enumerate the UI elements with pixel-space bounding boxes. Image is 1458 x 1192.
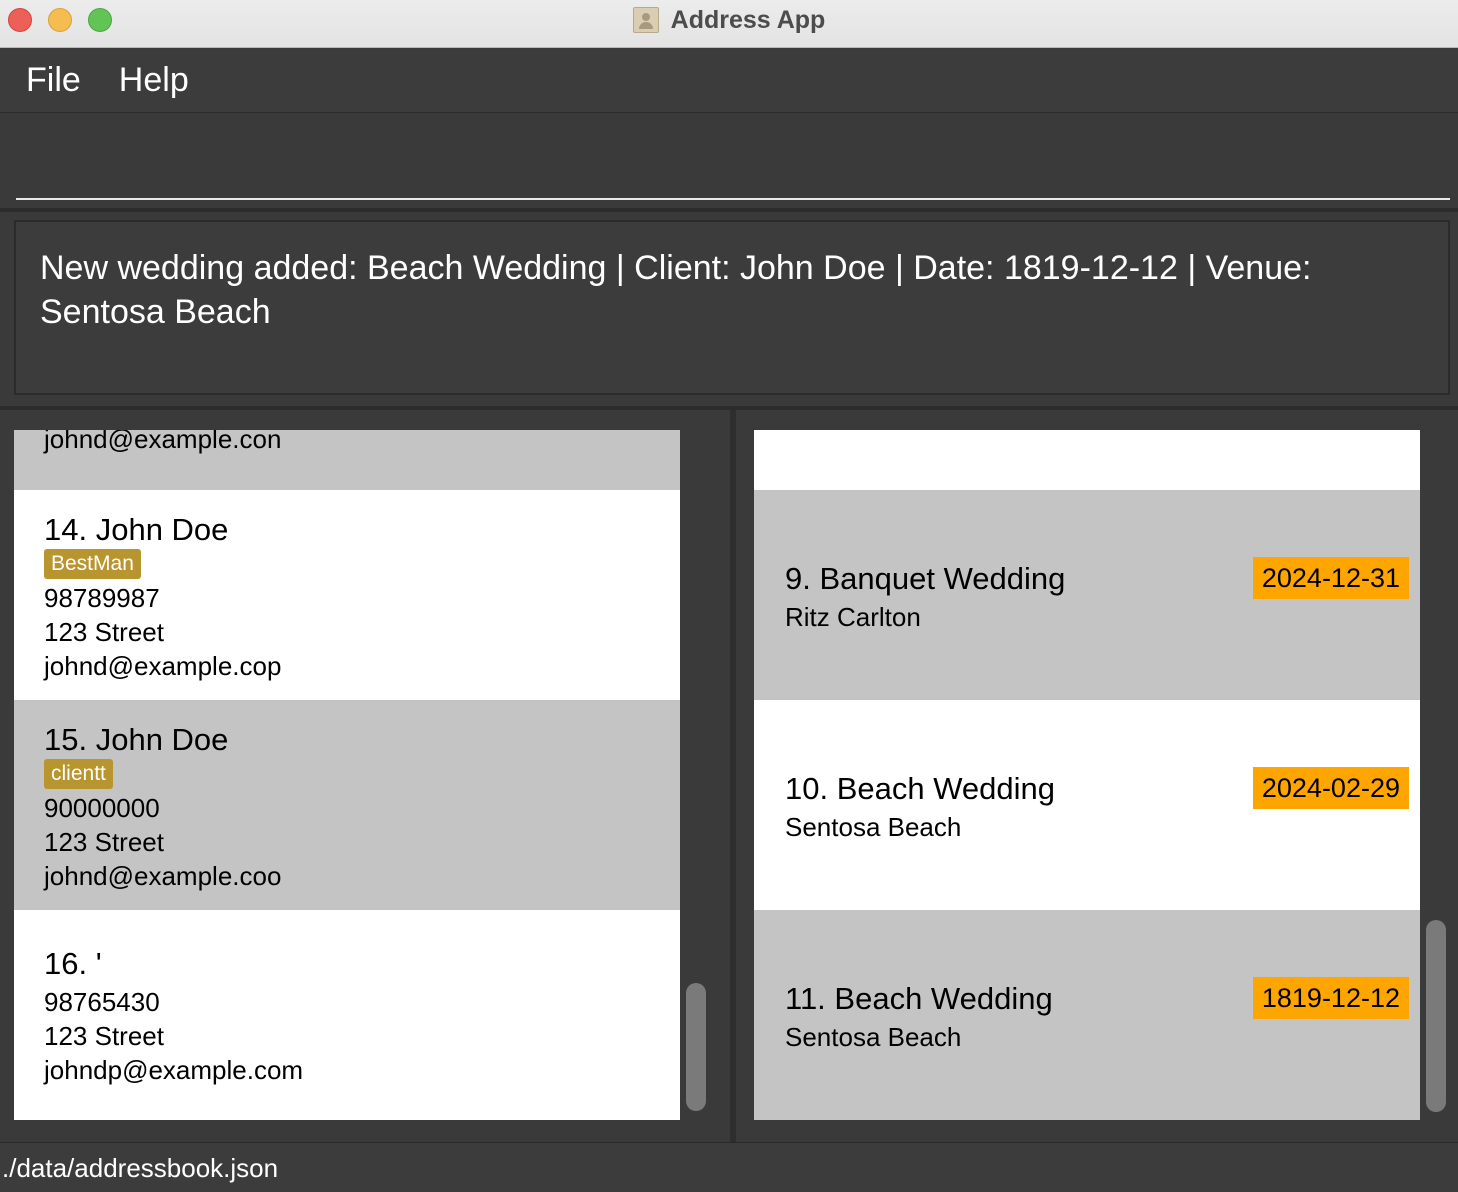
- divider: [0, 208, 1458, 212]
- person-address: 123 Street: [44, 1021, 164, 1051]
- person-name: 14. John Doe: [44, 512, 229, 547]
- person-card[interactable]: 14. John Doe BestMan 98789987 123 Street…: [14, 490, 680, 700]
- menu-file[interactable]: File: [26, 61, 81, 100]
- window-title: Address App: [670, 5, 826, 34]
- wedding-name: 9. Banquet Wedding: [785, 561, 1066, 596]
- wedding-card[interactable]: 9. Banquet Wedding Ritz Carlton 2024-12-…: [754, 490, 1420, 700]
- person-address: 123 Street: [44, 617, 164, 647]
- wedding-list[interactable]: 9. Banquet Wedding Ritz Carlton 2024-12-…: [754, 430, 1420, 1120]
- person-phone: 98765430: [44, 987, 160, 1017]
- wedding-card[interactable]: 11. Beach Wedding Sentosa Beach 1819-12-…: [754, 910, 1420, 1120]
- person-name: 16. ': [44, 946, 102, 981]
- wedding-list-scrollbar[interactable]: [1426, 920, 1446, 1112]
- person-card[interactable]: 16. ' 98765430 123 Street johndp@example…: [14, 910, 680, 1120]
- person-email: johnd@example.coo: [44, 861, 282, 891]
- person-card[interactable]: johnd@example.con: [14, 430, 680, 490]
- wedding-date: 2024-12-31: [1252, 557, 1409, 599]
- window-title-group: Address App: [0, 0, 1458, 40]
- command-box: [0, 114, 1458, 208]
- menu-bar: File Help: [0, 49, 1458, 113]
- person-phone: 90000000: [44, 793, 160, 823]
- person-name: 15. John Doe: [44, 722, 229, 757]
- data-file-path: ./data/addressbook.json: [2, 1153, 279, 1183]
- wedding-date: 2024-02-29: [1252, 767, 1409, 809]
- wedding-name: 10. Beach Wedding: [785, 771, 1056, 806]
- person-email: johnd@example.cop: [44, 651, 282, 681]
- result-display: New wedding added: Beach Wedding | Clien…: [14, 220, 1450, 395]
- person-email: johndp@example.com: [44, 1055, 304, 1085]
- person-tag: clientt: [44, 759, 113, 789]
- person-list[interactable]: johnd@example.con 14. John Doe BestMan 9…: [14, 430, 680, 1120]
- command-input[interactable]: [16, 122, 1450, 200]
- status-bar: ./data/addressbook.json: [0, 1142, 1458, 1192]
- wedding-card[interactable]: [754, 430, 1420, 490]
- person-email: johnd@example.con: [44, 430, 282, 454]
- person-tag: BestMan: [44, 549, 141, 579]
- person-phone: 98789987: [44, 583, 160, 613]
- wedding-venue: Sentosa Beach: [785, 812, 962, 842]
- person-list-panel: johnd@example.con 14. John Doe BestMan 9…: [0, 410, 730, 1142]
- address-book-icon: [632, 7, 659, 33]
- menu-help[interactable]: Help: [119, 61, 189, 100]
- wedding-date: 1819-12-12: [1252, 977, 1409, 1019]
- title-bar: Address App: [0, 0, 1458, 48]
- wedding-name: 11. Beach Wedding: [785, 981, 1053, 1016]
- wedding-venue: Sentosa Beach: [785, 1022, 962, 1052]
- person-card[interactable]: 15. John Doe clientt 90000000 123 Street…: [14, 700, 680, 910]
- person-list-scrollbar[interactable]: [686, 983, 706, 1111]
- wedding-venue: Ritz Carlton: [785, 602, 921, 632]
- wedding-list-panel: 9. Banquet Wedding Ritz Carlton 2024-12-…: [736, 410, 1458, 1142]
- person-address: 123 Street: [44, 827, 164, 857]
- wedding-card[interactable]: 10. Beach Wedding Sentosa Beach 2024-02-…: [754, 700, 1420, 910]
